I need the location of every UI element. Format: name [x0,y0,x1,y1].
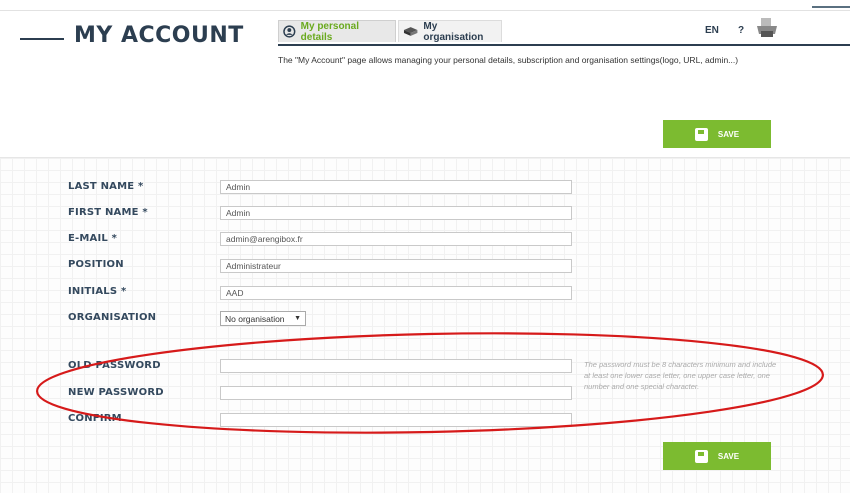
position-label: POSITION [68,259,124,270]
confirm-label: CONFIRM [68,413,122,424]
initials-input[interactable]: AAD [220,286,572,300]
tab-organisation[interactable]: My organisation [398,20,502,43]
organisation-select[interactable]: No organisation ▼ [220,311,306,326]
floppy-icon [694,127,708,141]
initials-label: INITIALS * [68,286,127,297]
top-border [0,0,850,11]
organisation-select-value: No organisation [225,313,285,324]
dropdown-arrow-icon: ▼ [294,315,301,322]
organisation-label: ORGANISATION [68,312,157,323]
position-input[interactable]: Administrateur [220,259,572,273]
user-icon [283,25,296,38]
first-name-input[interactable]: Admin [220,206,572,220]
page-description: The "My Account" page allows managing yo… [278,55,739,65]
title-rule [20,38,64,40]
box-icon [403,27,418,36]
save-label: SAVE [717,451,740,461]
save-label: SAVE [717,129,740,139]
corner-accent [812,6,850,8]
password-hint: The password must be 8 characters minimu… [584,360,777,391]
tab-organisation-label: My organisation [423,20,484,43]
floppy-icon [694,449,708,463]
email-input[interactable]: admin@arengibox.fr [220,232,572,246]
new-password-label: NEW PASSWORD [68,387,164,398]
language-selector[interactable]: EN [705,25,719,36]
printer-icon[interactable] [755,17,779,44]
page-title: MY ACCOUNT [74,23,244,48]
old-password-input[interactable] [220,359,572,373]
first-name-label: FIRST NAME * [68,207,148,218]
new-password-input[interactable] [220,386,572,400]
tab-personal-details-label: My personal details [300,20,360,43]
help-link[interactable]: ? [738,25,744,36]
last-name-label: LAST NAME * [68,181,144,192]
save-button-top[interactable]: SAVE [663,120,771,148]
old-password-label: OLD PASSWORD [68,360,161,371]
last-name-input[interactable]: Admin [220,180,572,194]
email-label: E-MAIL * [68,233,118,244]
tab-personal-details[interactable]: My personal details [278,20,396,43]
confirm-input[interactable] [220,413,572,427]
save-button-bottom[interactable]: SAVE [663,442,771,470]
